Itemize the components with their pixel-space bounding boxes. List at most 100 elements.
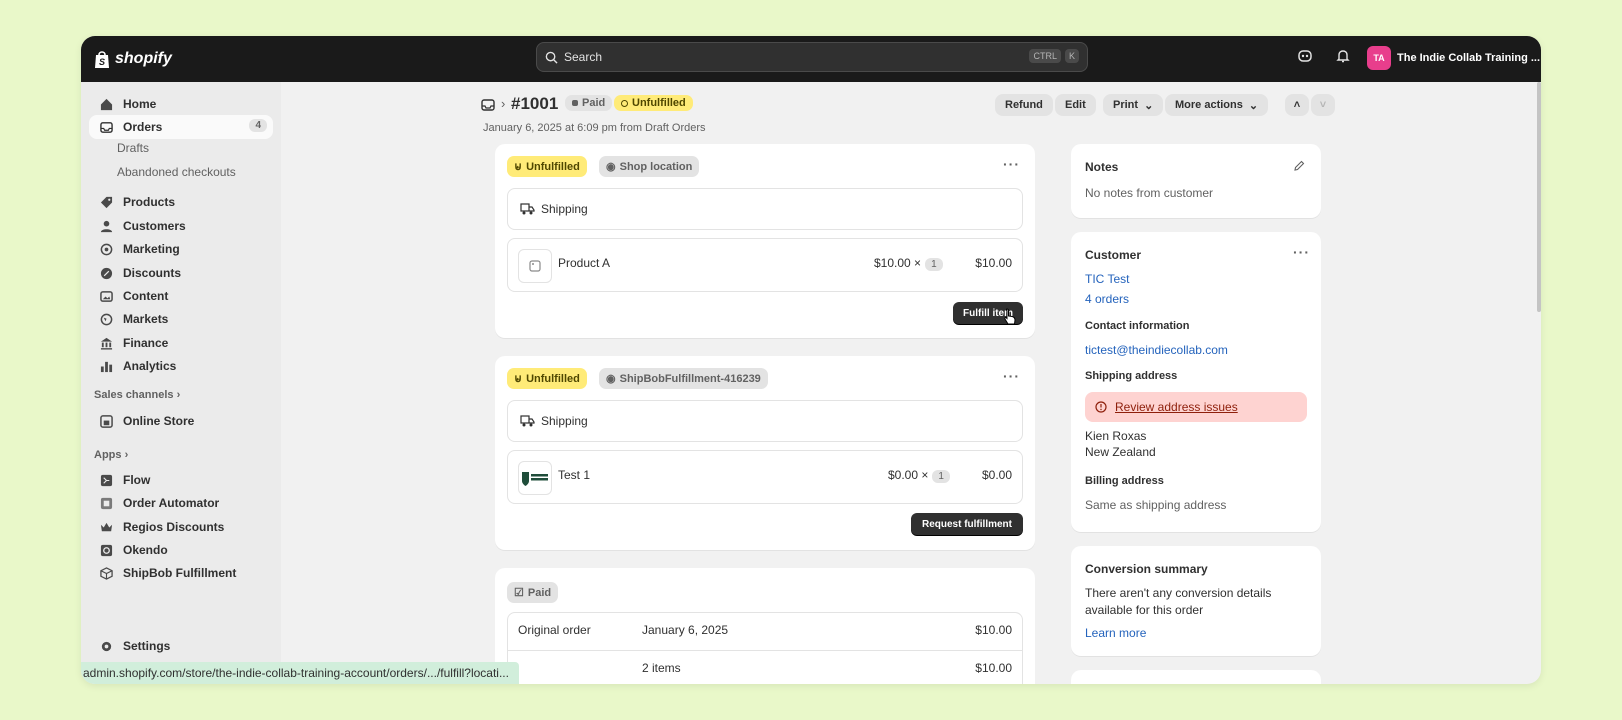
- next-card-partial: [1071, 670, 1321, 684]
- store-menu[interactable]: TA The Indie Collab Training ...: [1367, 46, 1540, 70]
- learn-more-link[interactable]: Learn more: [1085, 626, 1146, 640]
- shipping-box: Shipping: [507, 188, 1023, 230]
- sidebar-item-analytics[interactable]: Analytics: [89, 354, 273, 378]
- row-items: 2 items: [642, 661, 681, 675]
- notes-text: No notes from customer: [1085, 186, 1214, 200]
- chevron-up-icon: ˄: [1293, 99, 1301, 111]
- breadcrumb-chevron-icon: ›: [501, 96, 506, 111]
- sidebar-item-abandoned-checkouts[interactable]: Abandoned checkouts: [117, 165, 236, 179]
- billing-address-text: Same as shipping address: [1085, 498, 1227, 512]
- sidebar-item-drafts[interactable]: Drafts: [117, 141, 149, 155]
- sidebar-item-markets[interactable]: Markets: [89, 307, 273, 331]
- chevron-right-icon: ›: [124, 449, 129, 461]
- more-options-icon[interactable]: ···: [1003, 368, 1020, 384]
- sidebar-item-label: Customers: [123, 219, 186, 233]
- customer-orders-link[interactable]: 4 orders: [1085, 292, 1129, 306]
- sidebar-item-okendo[interactable]: Okendo: [89, 538, 273, 562]
- avatar: TA: [1367, 46, 1391, 70]
- shipping-label: Shipping: [541, 414, 588, 428]
- unit-price: $0.00 × 1: [888, 468, 950, 483]
- image-icon: [99, 289, 113, 303]
- person-icon: [99, 219, 113, 233]
- customer-name-link[interactable]: TIC Test: [1085, 272, 1129, 286]
- address-line-2: New Zealand: [1085, 445, 1156, 459]
- orders-count-badge: 4: [249, 119, 267, 132]
- receipt-check-icon: ☑: [514, 587, 524, 599]
- sidebar-item-flow[interactable]: Flow: [89, 468, 273, 492]
- review-address-link[interactable]: Review address issues: [1115, 400, 1238, 414]
- sidebar-item-orders[interactable]: Orders 4: [89, 115, 273, 139]
- bell-icon[interactable]: [1335, 48, 1351, 64]
- sidebar-item-label: Orders: [123, 120, 163, 134]
- search-placeholder: Search: [564, 50, 603, 64]
- notes-title: Notes: [1085, 160, 1119, 174]
- more-options-icon[interactable]: ···: [1293, 244, 1310, 260]
- previous-order-button[interactable]: ˄: [1285, 94, 1309, 116]
- sidebar-item-order-automator[interactable]: Order Automator: [89, 491, 273, 515]
- okendo-icon: [99, 543, 113, 557]
- sidebar-item-content[interactable]: Content: [89, 284, 273, 308]
- store-name: The Indie Collab Training ...: [1397, 52, 1541, 64]
- print-button[interactable]: Print ⌄: [1103, 94, 1164, 116]
- conversion-text-1: There aren't any conversion details: [1085, 586, 1272, 600]
- shopify-bag-icon: S: [95, 51, 109, 68]
- line-total: $0.00: [981, 468, 1012, 482]
- inbox-icon[interactable]: [481, 98, 495, 112]
- customer-email-link[interactable]: tictest@theindiecollab.com: [1085, 343, 1228, 357]
- sidebar-item-home[interactable]: Home: [89, 92, 273, 116]
- line-item: Test 1 $0.00 × 1 $0.00: [507, 450, 1023, 504]
- payment-card: ☑ Paid Original order January 6, 2025 $10…: [495, 568, 1035, 684]
- package-icon: ⊌: [514, 373, 523, 385]
- sidebar-item-online-store[interactable]: Online Store: [89, 409, 273, 433]
- refund-button[interactable]: Refund: [995, 94, 1053, 116]
- package-icon: ⊌: [514, 161, 523, 173]
- sidebar-item-settings[interactable]: Settings: [89, 634, 273, 658]
- apps-heading[interactable]: Apps ›: [94, 449, 128, 461]
- target-icon: [99, 242, 113, 256]
- unfulfilled-status-badge: Unfulfilled: [614, 95, 693, 111]
- paid-status-badge: ☑ Paid: [507, 582, 559, 603]
- more-options-icon[interactable]: ···: [1003, 156, 1020, 172]
- sidebar: Home Orders 4 Drafts Abandoned checkouts…: [81, 82, 281, 684]
- request-fulfillment-button[interactable]: Request fulfillment: [911, 513, 1023, 535]
- sidebar-item-finance[interactable]: Finance: [89, 331, 273, 355]
- address-line-1: Kien Roxas: [1085, 429, 1147, 443]
- sidebar-item-label: Discounts: [123, 266, 182, 280]
- discount-icon: [99, 266, 113, 280]
- sidebar-item-label: Marketing: [123, 242, 180, 256]
- sidebar-item-regios-discounts[interactable]: Regios Discounts: [89, 515, 273, 539]
- product-name-link[interactable]: Test 1: [558, 468, 590, 482]
- sidebar-item-label: Order Automator: [123, 496, 220, 510]
- edit-button[interactable]: Edit: [1055, 94, 1096, 116]
- location-badge: ◉ ShipBobFulfillment-416239: [599, 368, 768, 389]
- product-thumbnail[interactable]: [518, 249, 552, 283]
- notes-card: Notes No notes from customer: [1071, 144, 1321, 218]
- globe-icon: [99, 312, 113, 326]
- page-scrollbar[interactable]: [1537, 82, 1541, 312]
- gear-icon: [99, 639, 113, 653]
- sidebar-item-shipbob[interactable]: ShipBob Fulfillment: [89, 561, 273, 585]
- sidebar-item-customers[interactable]: Customers: [89, 214, 273, 238]
- sales-channels-heading[interactable]: Sales channels ›: [94, 389, 180, 401]
- product-thumbnail[interactable]: [518, 461, 552, 495]
- sidebar-item-discounts[interactable]: Discounts: [89, 261, 273, 285]
- sidebar-item-products[interactable]: Products: [89, 190, 273, 214]
- more-actions-button[interactable]: More actions ⌄: [1165, 94, 1269, 116]
- shipping-box: Shipping: [507, 400, 1023, 442]
- bar-chart-icon: [99, 359, 113, 373]
- indie-collab-logo-icon: [522, 472, 548, 486]
- product-name-link[interactable]: Product A: [558, 256, 610, 270]
- alert-circle-icon: [1095, 401, 1107, 413]
- sidekick-icon[interactable]: [1297, 48, 1313, 64]
- next-order-button[interactable]: ˅: [1311, 94, 1335, 116]
- search-input[interactable]: Search CTRL K: [536, 42, 1088, 72]
- sidebar-item-label: Okendo: [123, 543, 168, 557]
- sidebar-item-marketing[interactable]: Marketing: [89, 237, 273, 261]
- row-date: January 6, 2025: [642, 623, 729, 637]
- shopify-logo[interactable]: S shopify: [93, 46, 172, 72]
- conversion-text-2: available for this order: [1085, 603, 1204, 617]
- location-badge: ◉ Shop location: [599, 156, 700, 177]
- truck-icon: [520, 415, 535, 427]
- pencil-icon[interactable]: [1293, 160, 1305, 172]
- unit-price: $10.00 × 1: [874, 256, 943, 271]
